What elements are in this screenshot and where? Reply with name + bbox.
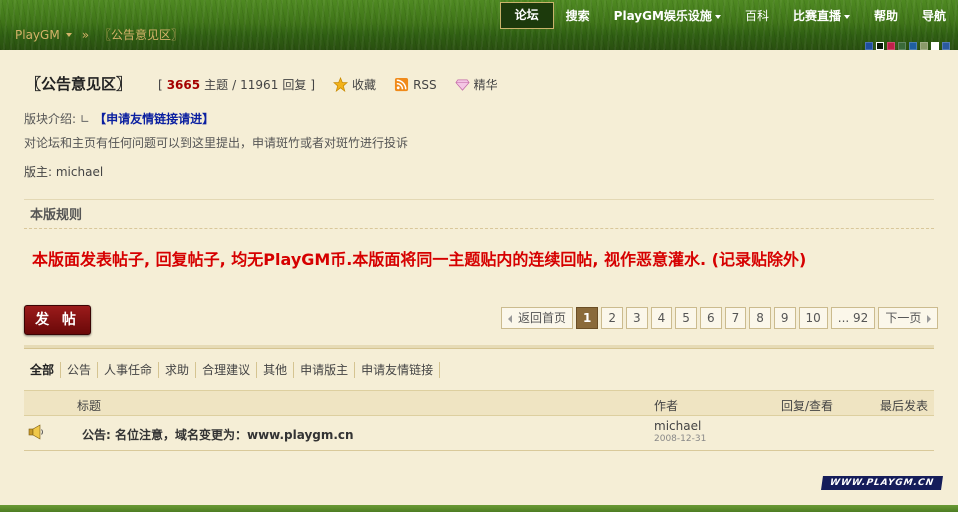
- rules-heading: 本版规则: [24, 199, 934, 229]
- thread-table-header: 标题 作者 回复/查看 最后发表: [24, 390, 934, 416]
- breadcrumb-home[interactable]: PlayGM: [15, 28, 60, 42]
- grass-footer: [0, 505, 958, 512]
- style-swatch[interactable]: [876, 42, 884, 50]
- announcement-speaker-icon: [28, 424, 43, 440]
- breadcrumb-separator: »: [81, 27, 90, 42]
- table-row[interactable]: 公告: 名位注意，域名变更为：www.playgm.cn michael 200…: [24, 417, 934, 451]
- style-swatch[interactable]: [887, 42, 895, 50]
- header-last-post: 最后发表: [880, 399, 929, 413]
- digest-button[interactable]: 精华: [455, 76, 498, 93]
- pager-page[interactable]: 8: [749, 307, 771, 329]
- nav-item-live[interactable]: 比赛直播: [781, 2, 862, 30]
- style-swatch[interactable]: [920, 42, 928, 50]
- favorite-button[interactable]: 收藏: [333, 76, 376, 93]
- forum-description: 对论坛和主页有任何问题可以到这里提出，申请斑竹或者对斑竹进行投诉: [24, 136, 409, 150]
- stats-bracket-close: ]: [310, 77, 316, 92]
- pager-page[interactable]: 6: [699, 307, 722, 329]
- pager-next-page[interactable]: 下一页: [878, 307, 939, 329]
- forum-moderator: 版主: michael: [24, 165, 104, 179]
- header-author: 作者: [654, 399, 679, 413]
- filter-announcement[interactable]: 公告: [61, 362, 99, 378]
- replies-count: 11961: [240, 77, 279, 92]
- replies-label: 回复: [282, 78, 307, 92]
- diamond-icon: [455, 79, 470, 91]
- style-swatch[interactable]: [898, 42, 906, 50]
- pagination: 返回首页 1 2 3 4 5 6 7 8 9 10 ... 92 下一页: [501, 307, 939, 329]
- top-header: 论坛 搜索 PlayGM娱乐设施 百科 比赛直播 帮助 导航 PlayGM » …: [0, 0, 958, 50]
- style-swatch[interactable]: [865, 42, 873, 50]
- rss-label: RSS: [413, 77, 437, 92]
- forum-intro: 版块介绍: ∟ 【申请友情链接请进】: [24, 110, 214, 127]
- pager-first-page[interactable]: 返回首页: [501, 307, 574, 329]
- stats-bracket-open: [: [158, 77, 163, 92]
- thread-type-filters: 全部 公告 人事任命 求助 合理建议 其他 申请版主 申请友情链接: [24, 362, 441, 378]
- star-icon: [333, 77, 349, 92]
- pager-page[interactable]: 2: [601, 307, 624, 329]
- sub-item-marker-icon: ∟: [80, 111, 91, 126]
- pager-page[interactable]: 9: [773, 307, 796, 329]
- filter-apply-moderator[interactable]: 申请版主: [294, 362, 356, 378]
- filter-help[interactable]: 求助: [159, 362, 197, 378]
- nav-item-label: 比赛直播: [792, 9, 841, 23]
- breadcrumb-current[interactable]: 〖公告意见区〗: [99, 26, 183, 43]
- header-title: 标题: [77, 399, 102, 413]
- pager-page[interactable]: 4: [650, 307, 673, 329]
- nav-item-help[interactable]: 帮助: [862, 2, 910, 30]
- chevron-down-icon: [843, 14, 850, 19]
- pager-page[interactable]: 10: [798, 307, 828, 329]
- forum-stats: [ 3665 主题 / 11961 回复 ] 收藏 RSS 精华: [158, 76, 498, 93]
- pager-page-current[interactable]: 1: [576, 307, 599, 329]
- nav-item-wiki[interactable]: 百科: [733, 2, 781, 30]
- nav-item-search[interactable]: 搜索: [554, 2, 602, 30]
- rss-button[interactable]: RSS: [394, 77, 437, 92]
- chevron-down-icon[interactable]: [65, 32, 72, 37]
- digest-label: 精华: [473, 78, 498, 92]
- stats-slash: /: [232, 77, 237, 92]
- pager-page[interactable]: 7: [724, 307, 747, 329]
- style-swatch[interactable]: [931, 42, 939, 50]
- nav-item-label: PlayGM娱乐设施: [613, 9, 712, 23]
- filter-apply-link[interactable]: 申请友情链接: [355, 362, 441, 378]
- new-post-button[interactable]: 发 帖: [24, 305, 91, 335]
- nav-item-forum[interactable]: 论坛: [499, 2, 554, 29]
- thread-date: 2008-12-31: [654, 434, 707, 444]
- threads-label: 主题: [204, 78, 229, 92]
- section-divider: [24, 345, 934, 349]
- forum-title: 〖公告意见区〗: [26, 75, 132, 93]
- style-swatch[interactable]: [942, 42, 950, 50]
- rss-icon: [395, 77, 409, 92]
- intro-label: 版块介绍:: [24, 112, 77, 126]
- rules-text: 本版面发表帖子, 回复帖子, 均无PlayGM币.本版面将同一主题贴内的连续回帖…: [32, 250, 807, 269]
- style-swatches: [865, 42, 950, 50]
- filter-appointment[interactable]: 人事任命: [98, 362, 160, 378]
- pager-page-last[interactable]: ... 92: [830, 307, 876, 329]
- pager-page[interactable]: 3: [626, 307, 648, 329]
- threads-count: 3665: [166, 77, 201, 92]
- chevron-down-icon: [714, 14, 721, 19]
- friend-link-apply-link[interactable]: 【申请友情链接请进】: [94, 110, 214, 127]
- header-replies-views: 回复/查看: [781, 399, 834, 413]
- thread-author[interactable]: michael: [654, 419, 701, 433]
- filter-all[interactable]: 全部: [24, 362, 62, 378]
- thread-title-link[interactable]: 公告: 名位注意，域名变更为：www.playgm.cn: [82, 426, 354, 443]
- favorite-label: 收藏: [352, 78, 377, 92]
- filter-suggestion[interactable]: 合理建议: [196, 362, 258, 378]
- main-nav: 论坛 搜索 PlayGM娱乐设施 百科 比赛直播 帮助 导航: [499, 2, 958, 30]
- nav-item-navigation[interactable]: 导航: [910, 2, 958, 30]
- style-swatch[interactable]: [909, 42, 917, 50]
- filter-other[interactable]: 其他: [257, 362, 295, 378]
- breadcrumb: PlayGM » 〖公告意见区〗: [15, 26, 183, 43]
- nav-item-entertainment[interactable]: PlayGM娱乐设施: [602, 2, 733, 30]
- site-watermark: WWW.PLAYGM.CN: [821, 476, 943, 490]
- pager-page[interactable]: 5: [675, 307, 697, 329]
